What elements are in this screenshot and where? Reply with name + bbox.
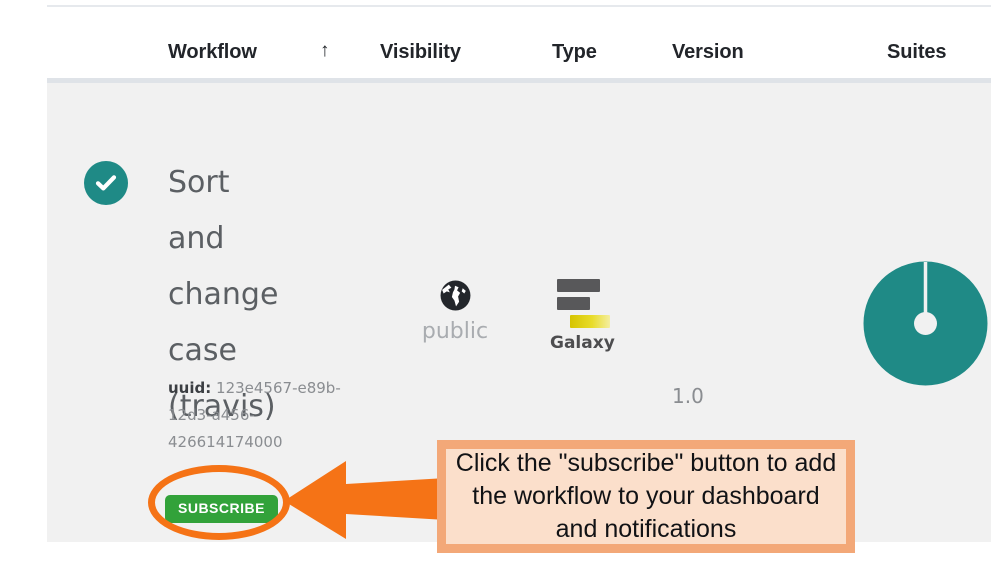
globe-icon: [380, 279, 530, 312]
cell-type: Galaxy: [537, 279, 667, 353]
galaxy-bar-middle: [557, 297, 590, 310]
uuid-label: uuid:: [168, 379, 212, 397]
annotation-arrow-icon: [284, 457, 446, 541]
galaxy-bar-bottom: [570, 315, 610, 328]
visibility-label: public: [421, 319, 489, 344]
column-header-suites[interactable]: Suites: [887, 41, 947, 64]
cell-suites: [862, 260, 991, 395]
galaxy-logo-icon: [550, 279, 610, 331]
check-circle-icon: [84, 161, 128, 205]
cell-visibility: public: [380, 279, 530, 345]
annotation-highlight-ellipse: [148, 465, 290, 540]
annotation-callout: Click the "subscribe" button to add the …: [437, 440, 855, 553]
column-header-type[interactable]: Type: [552, 41, 597, 64]
galaxy-bar-top: [557, 279, 600, 292]
sort-ascending-icon[interactable]: ↑: [320, 40, 330, 62]
pie-chart-icon[interactable]: [862, 260, 989, 387]
annotation-text: Click the "subscribe" button to add the …: [455, 449, 837, 543]
column-header-workflow[interactable]: Workflow: [168, 41, 257, 64]
screenshot-root: Workflow ↑ Visibility Type Version Suite…: [0, 0, 991, 563]
version-value: 1.0: [672, 384, 704, 408]
type-label: Galaxy: [550, 333, 615, 353]
column-header-version[interactable]: Version: [672, 41, 744, 64]
column-header-visibility[interactable]: Visibility: [380, 41, 461, 64]
workflow-uuid: uuid: 123e4567-e89b-12d3-a456-4266141740…: [168, 375, 343, 456]
table-header-row: Workflow ↑ Visibility Type Version Suite…: [47, 7, 991, 78]
